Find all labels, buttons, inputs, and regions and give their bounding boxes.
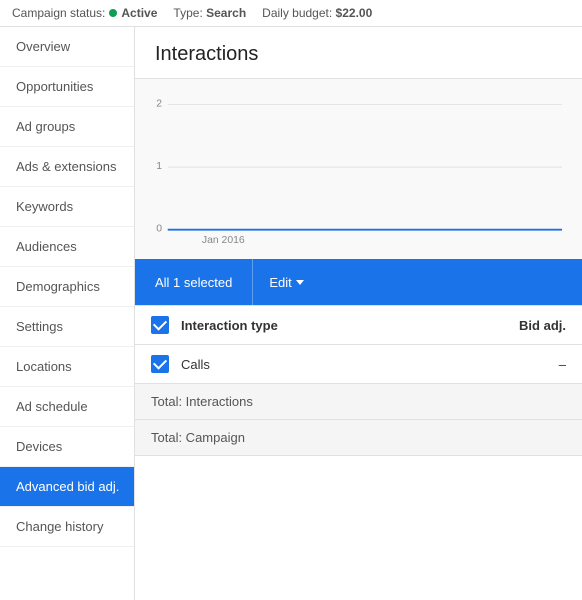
campaign-status: Campaign status: Active (12, 6, 157, 20)
sidebar-item-devices[interactable]: Devices (0, 427, 134, 467)
sidebar-item-change-history[interactable]: Change history (0, 507, 134, 547)
total-campaign-row: Total: Campaign (135, 420, 582, 456)
campaign-type: Type: Search (173, 6, 246, 20)
table-header-row: Interaction type Bid adj. (135, 306, 582, 345)
selection-toolbar: All 1 selected Edit (135, 259, 582, 305)
chart-area: 2 1 0 Jan 2016 (135, 79, 582, 259)
y-label-0: 0 (156, 224, 162, 235)
y-label-2: 2 (156, 98, 162, 109)
page-title: Interactions (155, 43, 562, 66)
select-all-checkbox[interactable] (151, 316, 169, 334)
main-layout: Overview Opportunities Ad groups Ads & e… (0, 27, 582, 600)
sidebar-item-locations[interactable]: Locations (0, 347, 134, 387)
sidebar-item-audiences[interactable]: Audiences (0, 227, 134, 267)
row-checkbox[interactable] (151, 355, 169, 373)
selected-count: All 1 selected (135, 259, 253, 305)
sidebar-item-ads-extensions[interactable]: Ads & extensions (0, 147, 134, 187)
sidebar-item-demographics[interactable]: Demographics (0, 267, 134, 307)
sidebar-item-settings[interactable]: Settings (0, 307, 134, 347)
sidebar-item-advanced-bid[interactable]: Advanced bid adj. (0, 467, 134, 507)
sidebar: Overview Opportunities Ad groups Ads & e… (0, 27, 135, 600)
row-checkbox-col (151, 355, 181, 373)
header-checkbox-col (151, 316, 181, 334)
sidebar-item-ad-schedule[interactable]: Ad schedule (0, 387, 134, 427)
bid-adj-header: Bid adj. (466, 318, 566, 333)
table-row: Calls – (135, 345, 582, 384)
interactions-table: Interaction type Bid adj. Calls – Total:… (135, 305, 582, 456)
status-value: Active (121, 6, 157, 20)
interactions-chart: 2 1 0 Jan 2016 (145, 89, 562, 249)
chevron-down-icon (296, 280, 304, 285)
sidebar-item-overview[interactable]: Overview (0, 27, 134, 67)
y-label-1: 1 (156, 161, 162, 172)
edit-button[interactable]: Edit (253, 259, 319, 305)
budget-label: Daily budget: (262, 6, 332, 20)
type-label: Type: (173, 6, 202, 20)
budget-value: $22.00 (336, 6, 373, 20)
interaction-type-header: Interaction type (181, 318, 466, 333)
bid-adj-value: – (466, 357, 566, 372)
sidebar-item-ad-groups[interactable]: Ad groups (0, 107, 134, 147)
interaction-type-value: Calls (181, 357, 466, 372)
content-header: Interactions (135, 27, 582, 79)
x-label-jan2016: Jan 2016 (202, 235, 245, 246)
total-interactions-row: Total: Interactions (135, 384, 582, 420)
type-value: Search (206, 6, 246, 20)
status-label: Campaign status: (12, 6, 105, 20)
top-bar: Campaign status: Active Type: Search Dai… (0, 0, 582, 27)
daily-budget: Daily budget: $22.00 (262, 6, 372, 20)
content-area: Interactions 2 1 0 Jan 2016 All (135, 27, 582, 600)
sidebar-item-opportunities[interactable]: Opportunities (0, 67, 134, 107)
sidebar-item-keywords[interactable]: Keywords (0, 187, 134, 227)
status-dot-icon (109, 9, 117, 17)
